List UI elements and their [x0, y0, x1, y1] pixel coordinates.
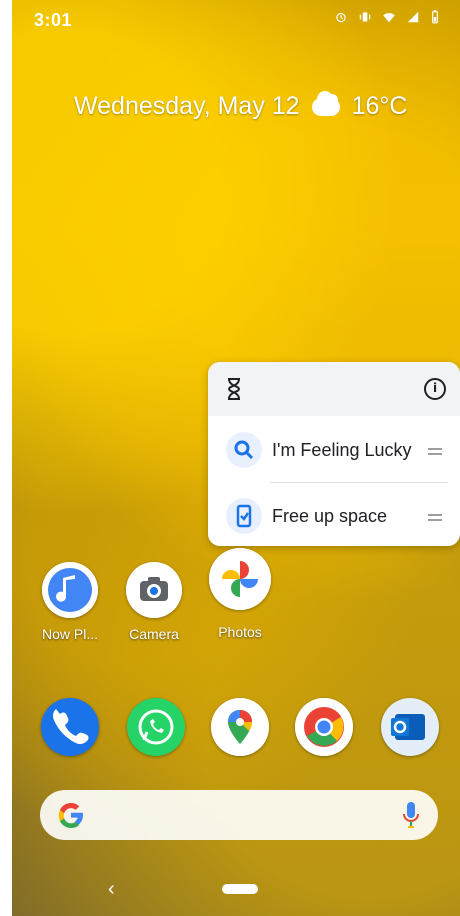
whatsapp-icon	[127, 698, 185, 756]
home-screen: 3:01 Wednesday, May 12 16°C i I'm Feelin…	[0, 0, 460, 916]
shortcut-label: I'm Feeling Lucky	[272, 440, 412, 460]
now-playing-icon	[42, 562, 98, 618]
at-a-glance[interactable]: Wednesday, May 12 16°C	[74, 90, 408, 121]
shortcut-label: Free up space	[272, 506, 388, 526]
app-shortcuts-popup: I'm Feeling Lucky Free up space	[208, 362, 460, 546]
google-search-bar[interactable]	[40, 790, 438, 840]
dock-app-outlook[interactable]	[368, 698, 452, 756]
dock-app-whatsapp[interactable]	[114, 698, 198, 756]
vibrate-icon	[358, 10, 372, 24]
shortcut-item-feeling-lucky[interactable]: I'm Feeling Lucky	[208, 420, 460, 482]
shortcut-item-free-up-space[interactable]: Free up space	[208, 486, 460, 546]
mic-icon[interactable]	[402, 800, 420, 830]
status-time: 3:01	[34, 10, 73, 30]
chrome-icon	[295, 698, 353, 756]
battery-icon	[430, 10, 444, 24]
popup-header	[208, 362, 460, 416]
hourglass-icon[interactable]	[226, 378, 242, 400]
app-label: Now Pl...	[41, 626, 98, 642]
dock-app-chrome[interactable]	[282, 698, 366, 756]
app-now-playing[interactable]: Now Pl...	[28, 562, 112, 642]
photos-icon	[209, 548, 271, 610]
left-edge-strip	[0, 0, 12, 916]
popup-divider	[270, 482, 448, 483]
cloud-icon	[311, 90, 340, 116]
camera-icon	[126, 562, 182, 618]
alarm-icon	[334, 10, 348, 24]
status-bar: 3:01	[12, 0, 460, 38]
phone-icon	[41, 698, 99, 756]
glance-date[interactable]: Wednesday, May 12	[74, 92, 300, 121]
nav-back-button[interactable]: ‹	[108, 878, 115, 901]
nav-home-pill[interactable]	[222, 884, 258, 894]
glance-temperature[interactable]: 16°C	[352, 92, 408, 121]
drag-handle-icon[interactable]	[428, 448, 442, 450]
drag-handle-icon[interactable]	[428, 514, 442, 516]
search-icon	[226, 432, 262, 468]
phone-clean-icon	[226, 498, 262, 534]
app-camera[interactable]: Camera	[112, 562, 196, 642]
app-label: Photos	[218, 624, 262, 640]
dock-app-maps[interactable]	[198, 698, 282, 756]
google-g-icon[interactable]	[56, 800, 86, 830]
status-icons	[334, 10, 444, 24]
wifi-icon	[382, 10, 396, 24]
app-photos[interactable]: Photos	[198, 548, 282, 640]
maps-icon	[211, 698, 269, 756]
outlook-icon	[381, 698, 439, 756]
info-icon[interactable]	[424, 378, 446, 400]
signal-icon	[406, 10, 420, 24]
app-label: Camera	[129, 626, 179, 642]
dock-app-phone[interactable]	[28, 698, 112, 756]
